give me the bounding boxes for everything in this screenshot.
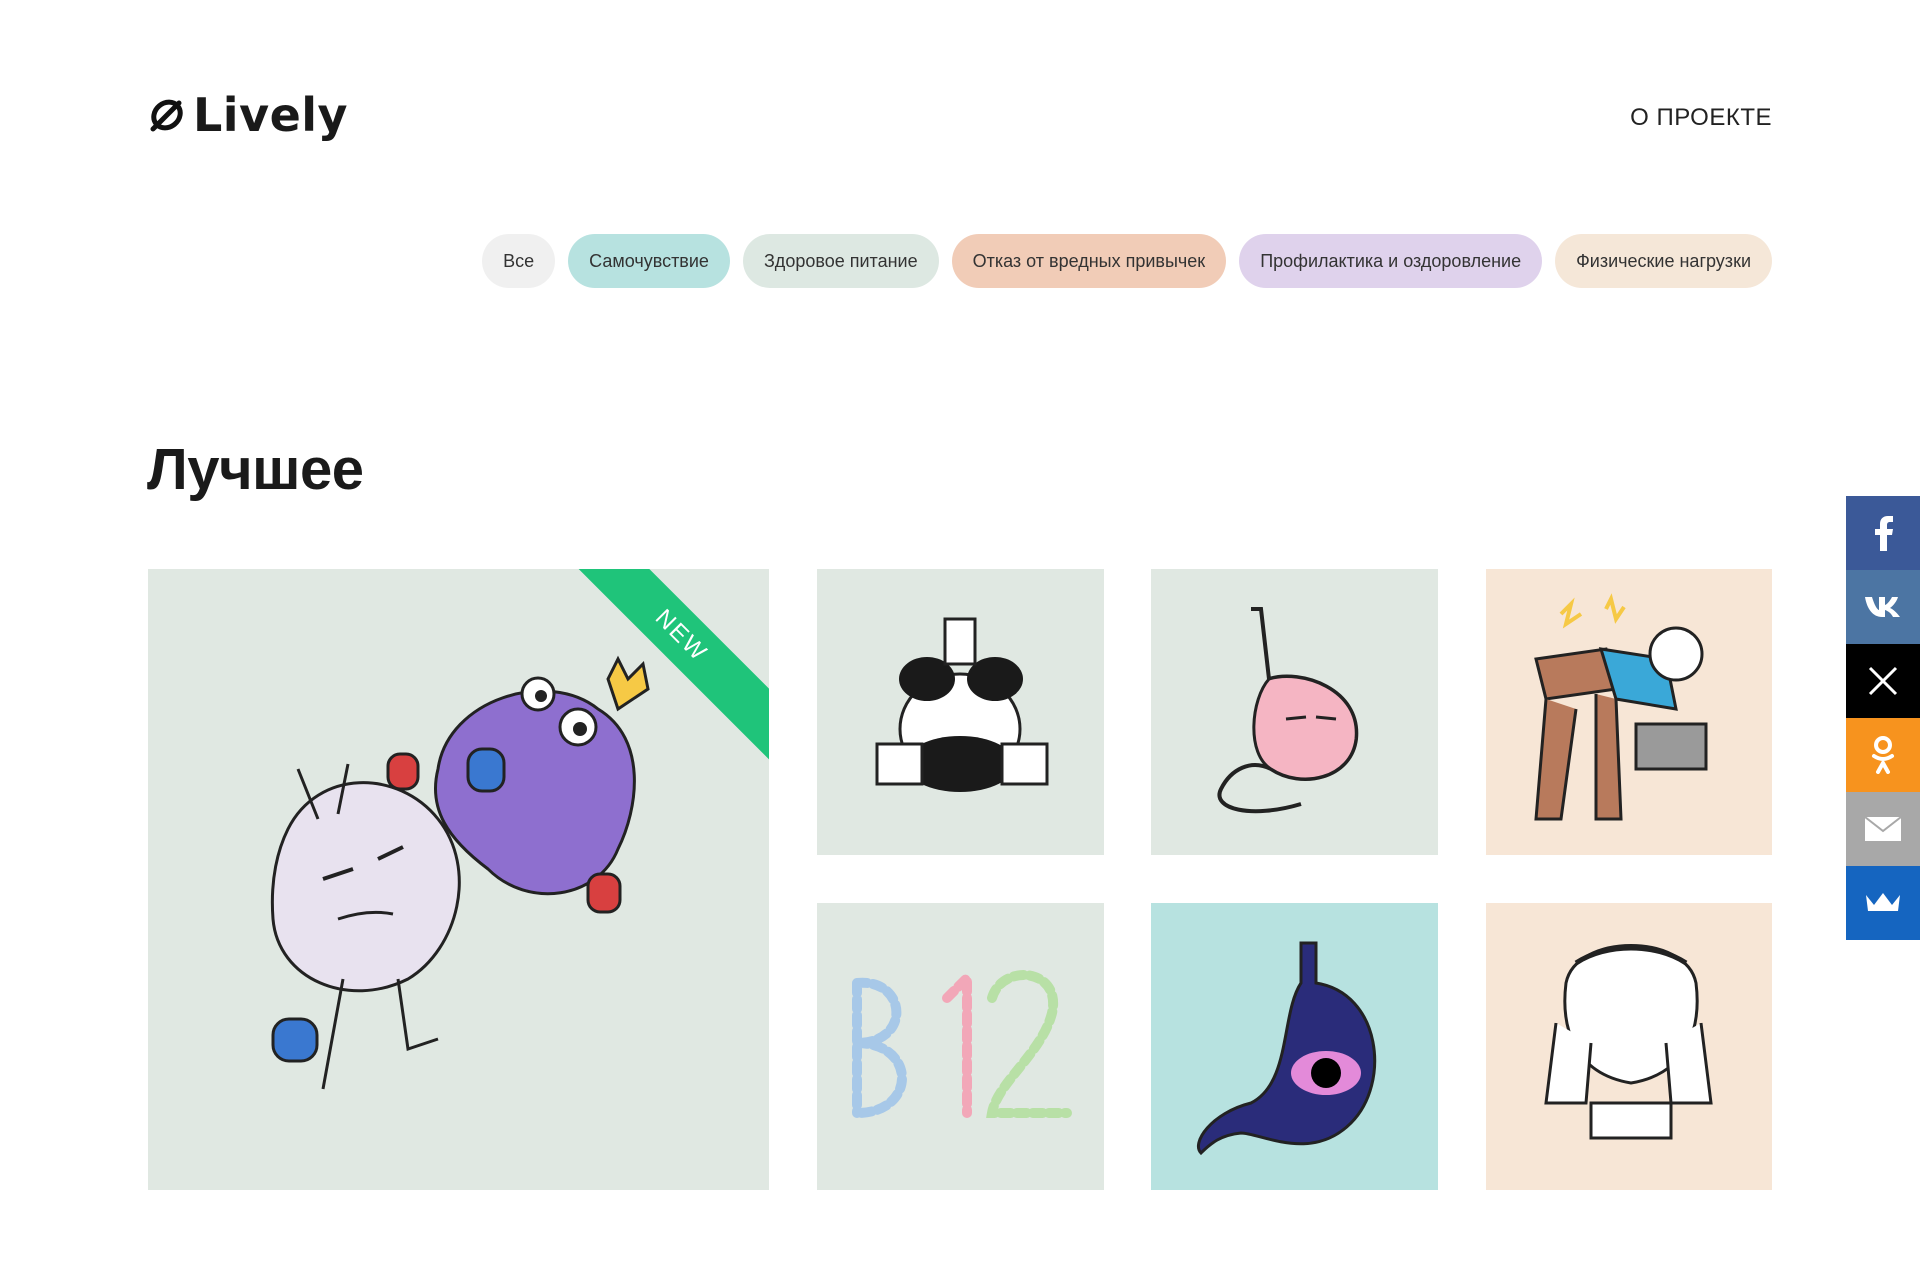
crown-icon [1866, 893, 1900, 911]
card-b12[interactable] [817, 903, 1104, 1190]
card-stomach[interactable] [1151, 569, 1438, 855]
section-title: Лучшее [147, 437, 364, 502]
x-share-button[interactable] [1846, 644, 1920, 718]
vk-share-button[interactable] [1846, 570, 1920, 644]
filter-prevention[interactable]: Профилактика и оздоровление [1239, 234, 1543, 288]
filter-bad-habits[interactable]: Отказ от вредных привычек [951, 234, 1227, 288]
nav-about-link[interactable]: О ПРОЕКТЕ [1630, 104, 1772, 132]
leaf-logo-icon [150, 99, 183, 132]
b12-pills-illustration [852, 965, 1072, 1118]
facebook-icon [1875, 516, 1893, 551]
email-share-button[interactable] [1846, 792, 1920, 866]
odnoklassniki-share-button[interactable] [1846, 718, 1920, 792]
stomach-black-hole-illustration [1197, 941, 1377, 1156]
filter-physical-activity[interactable]: Физические нагрузки [1555, 234, 1772, 288]
stomach-illustration [1217, 607, 1359, 814]
mail-icon [1864, 816, 1902, 841]
x-icon [1868, 666, 1898, 696]
card-black-hole-stomach[interactable] [1151, 903, 1438, 1190]
vk-crown-share-button[interactable] [1846, 866, 1920, 940]
card-panda[interactable] [817, 569, 1104, 855]
featured-card[interactable]: NEW [148, 569, 769, 1190]
card-statue[interactable] [1486, 903, 1772, 1190]
filter-healthy-food[interactable]: Здоровое питание [742, 234, 939, 288]
filter-wellbeing[interactable]: Самочувствие [568, 234, 730, 288]
category-filters: Все Самочувствие Здоровое питание Отказ … [482, 234, 1772, 288]
card-old-man[interactable] [1486, 569, 1772, 855]
site-header: Lively О ПРОЕКТЕ [147, 80, 1772, 142]
odnoklassniki-icon [1872, 736, 1894, 774]
filter-all[interactable]: Все [482, 234, 556, 288]
social-share-bar [1846, 496, 1920, 940]
logo-text: Lively [193, 88, 349, 142]
old-man-back-pain-illustration [1534, 593, 1708, 821]
facebook-share-button[interactable] [1846, 496, 1920, 570]
panda-drinking-milk-illustration [875, 617, 1049, 792]
vk-icon [1865, 597, 1900, 617]
statue-face-palm-illustration [1544, 944, 1713, 1140]
site-logo[interactable]: Lively [147, 88, 348, 142]
